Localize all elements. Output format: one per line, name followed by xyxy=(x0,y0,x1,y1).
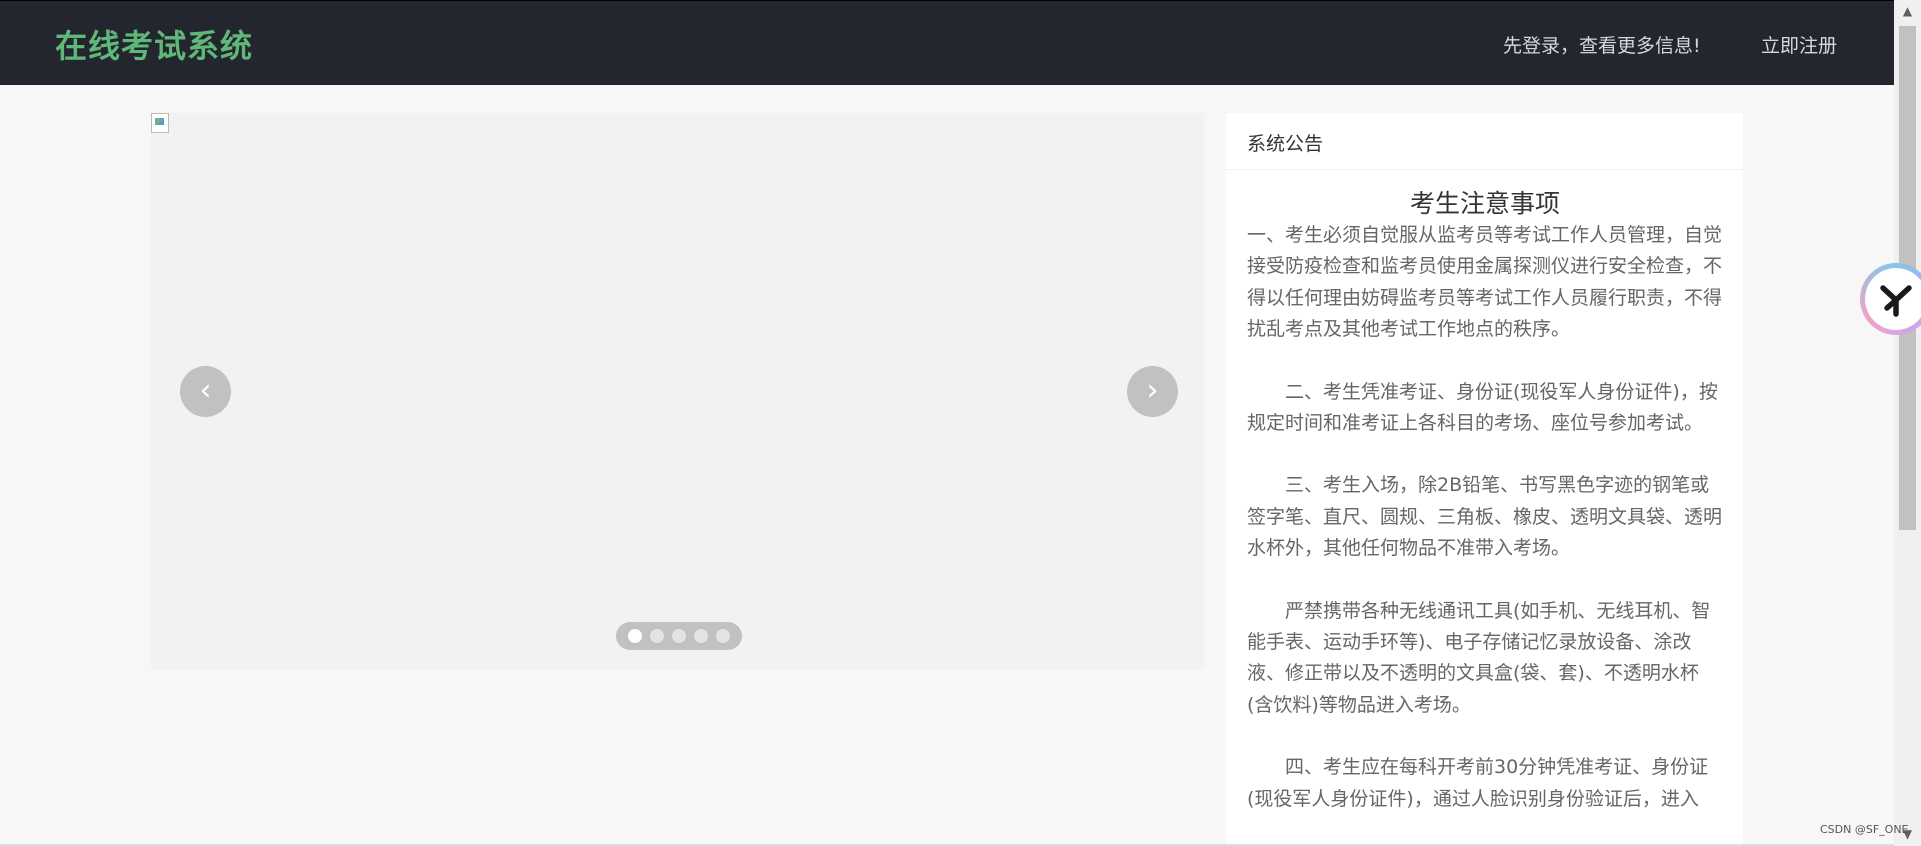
broken-image-icon xyxy=(151,113,169,133)
carousel-dot[interactable] xyxy=(672,629,686,643)
carousel-next-button[interactable]: › xyxy=(1127,366,1178,417)
floating-assistant-button[interactable] xyxy=(1860,263,1921,335)
csdn-watermark: CSDN @SF_ONE xyxy=(1820,823,1909,836)
assistant-logo-icon xyxy=(1865,268,1921,330)
carousel-indicators xyxy=(616,622,742,650)
chevron-right-icon: › xyxy=(1146,373,1159,408)
login-link[interactable]: 先登录，查看更多信息! xyxy=(1503,31,1701,58)
notice-paragraph: 二、考生凭准考证、身份证(现役军人身份证件)，按规定时间和准考证上各科目的考场、… xyxy=(1247,380,1718,435)
carousel-dot[interactable] xyxy=(716,629,730,643)
carousel-dot[interactable] xyxy=(628,629,642,643)
announcement-panel: 系统公告 考生注意事项 一、考生必须自觉服从监考员等考试工作人员管理，自觉接受防… xyxy=(1226,113,1743,846)
site-logo[interactable]: 在线考试系统 xyxy=(55,21,253,67)
image-carousel: ‹ › xyxy=(151,113,1204,670)
carousel-dot[interactable] xyxy=(694,629,708,643)
carousel-dot[interactable] xyxy=(650,629,664,643)
notice-paragraph: 四、考生应在每科开考前30分钟凭准考证、身份证(现役军人身份证件)，通过人脸识别… xyxy=(1247,756,1709,810)
announcement-header: 系统公告 xyxy=(1226,113,1743,170)
register-link[interactable]: 立即注册 xyxy=(1761,31,1837,58)
carousel-prev-button[interactable]: ‹ xyxy=(180,366,231,417)
chevron-left-icon: ‹ xyxy=(199,373,212,408)
page-scrollbar[interactable]: ▲ ▼ xyxy=(1894,0,1921,846)
scroll-up-arrow-icon[interactable]: ▲ xyxy=(1894,0,1921,20)
top-header: 在线考试系统 先登录，查看更多信息! 立即注册 xyxy=(0,0,1894,85)
notice-paragraph: 一、考生必须自觉服从监考员等考试工作人员管理，自觉接受防疫检查和监考员使用金属探… xyxy=(1247,224,1723,341)
notice-paragraph: 三、考生入场，除2B铅笔、书写黑色字迹的钢笔或签字笔、直尺、圆规、三角板、橡皮、… xyxy=(1247,474,1723,560)
notice-paragraph: 严禁携带各种无线通讯工具(如手机、无线耳机、智能手表、运动手环等)、电子存储记忆… xyxy=(1247,599,1711,716)
announcement-title: 考生注意事项 xyxy=(1409,189,1560,218)
announcement-body: 考生注意事项 一、考生必须自觉服从监考员等考试工作人员管理，自觉接受防疫检查和监… xyxy=(1226,170,1743,815)
